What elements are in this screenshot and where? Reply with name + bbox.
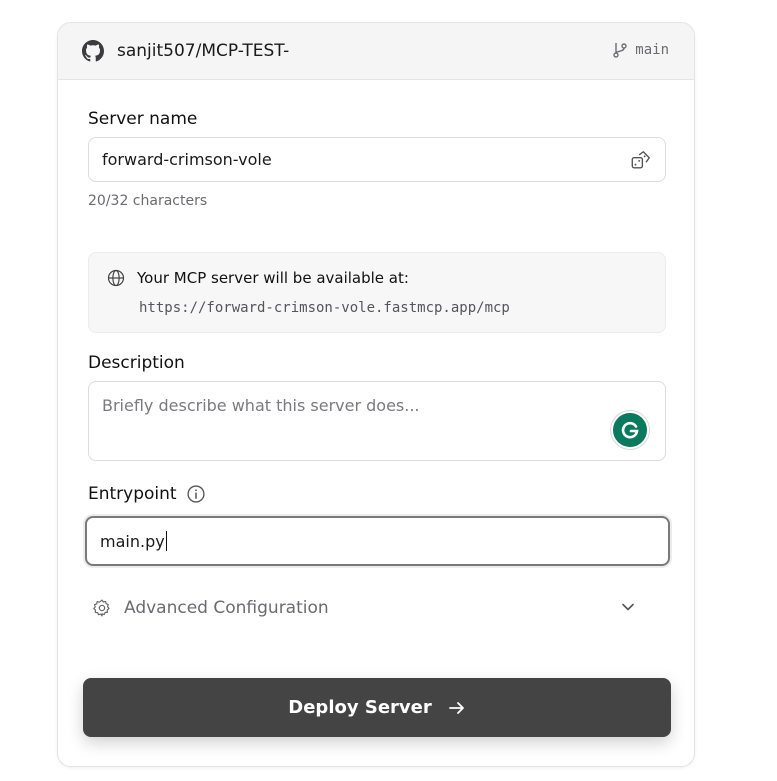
arrow-right-icon	[448, 701, 464, 714]
grammarly-icon[interactable]	[611, 411, 649, 449]
chevron-down-icon[interactable]	[621, 600, 635, 614]
deploy-server-label: Deploy Server	[288, 697, 432, 718]
character-count: 20/32 characters	[88, 193, 208, 209]
branch-indicator: main	[613, 42, 669, 58]
text-caret	[165, 531, 167, 551]
url-title: Your MCP server will be available at:	[137, 269, 409, 287]
description-placeholder: Briefly describe what this server does..…	[102, 396, 420, 415]
server-name-value: forward-crimson-vole	[102, 150, 272, 169]
info-icon[interactable]	[186, 484, 206, 504]
repo-name: sanjit507/MCP-TEST-	[117, 41, 290, 61]
advanced-configuration-toggle[interactable]: Advanced Configuration	[92, 598, 329, 618]
server-url-info: Your MCP server will be available at: ht…	[88, 252, 666, 333]
branch-name: main	[635, 42, 669, 58]
server-name-input[interactable]: forward-crimson-vole	[88, 137, 666, 182]
globe-icon	[107, 269, 125, 287]
deploy-server-button[interactable]: Deploy Server	[83, 678, 671, 737]
gear-icon	[93, 599, 110, 617]
git-branch-icon	[613, 43, 627, 58]
repo-header: sanjit507/MCP-TEST- main	[58, 23, 694, 80]
entrypoint-label: Entrypoint	[88, 484, 177, 504]
description-label: Description	[88, 353, 185, 373]
description-textarea[interactable]: Briefly describe what this server does..…	[88, 381, 666, 461]
advanced-configuration-label: Advanced Configuration	[124, 598, 329, 618]
server-name-label: Server name	[88, 109, 198, 129]
github-icon	[82, 40, 104, 62]
entrypoint-input[interactable]: main.py	[85, 516, 670, 566]
server-url: https://forward-crimson-vole.fastmcp.app…	[139, 300, 510, 316]
deploy-form-card: sanjit507/MCP-TEST- main Server name for…	[57, 22, 695, 767]
entrypoint-value: main.py	[100, 531, 167, 551]
dice-icon[interactable]	[630, 149, 652, 171]
grammarly-g-icon	[621, 421, 639, 439]
entrypoint-value-text: main.py	[100, 532, 165, 551]
